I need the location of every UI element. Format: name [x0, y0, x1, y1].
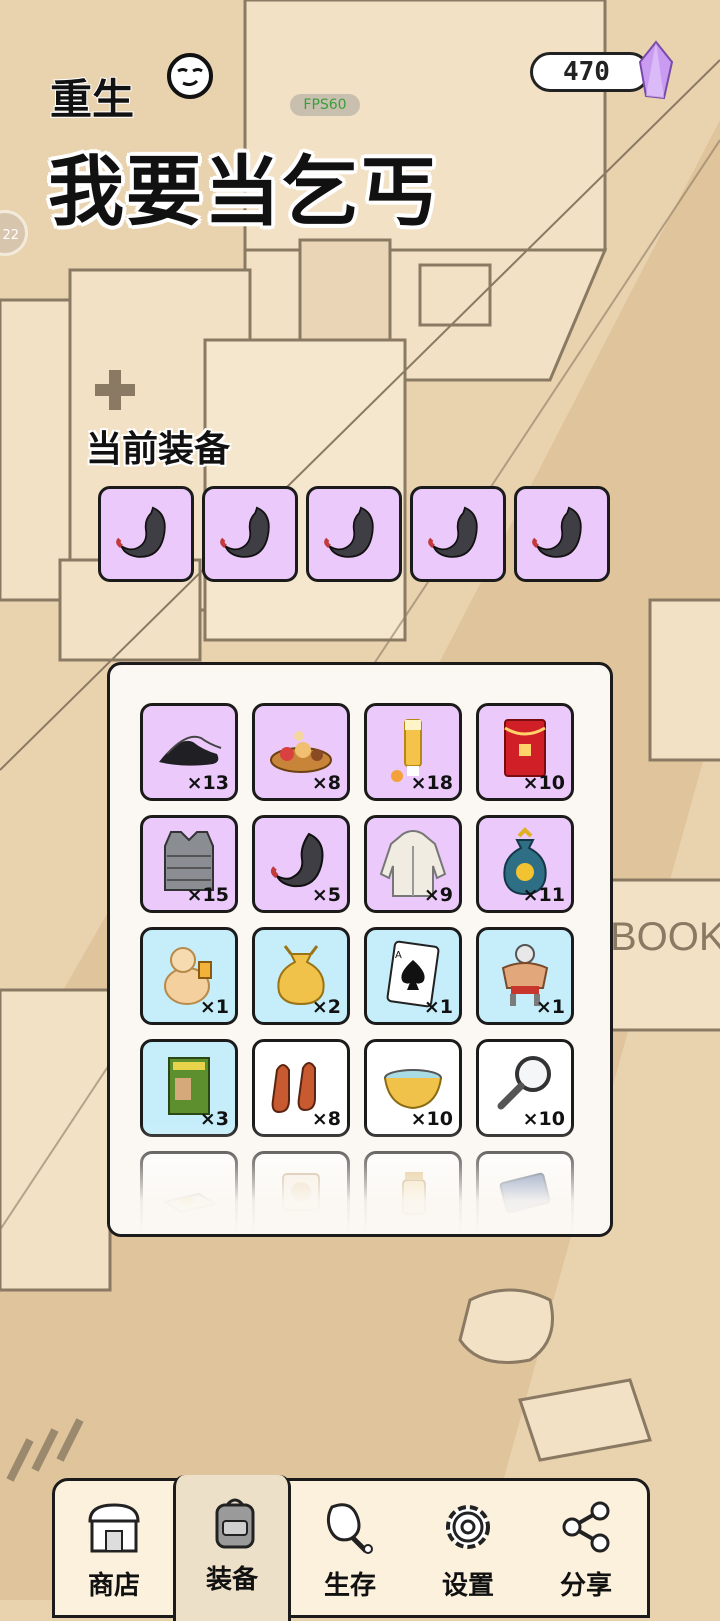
current-equipment-title: 当前装备: [86, 429, 231, 470]
share-icon: [562, 1501, 610, 1553]
nav-share-label: 分享: [559, 1571, 612, 1601]
inventory-item[interactable]: ×15: [140, 815, 238, 913]
backpack-icon: [215, 1498, 255, 1549]
nav-equipment-label: 装备: [205, 1565, 258, 1595]
game-title-line1: 重生: [49, 74, 135, 125]
inventory-panel[interactable]: ×13 ×8 ×18 ×10 ×15 ×5 ×9 ×11 ×1 ×2 A ×1 …: [107, 662, 613, 1237]
inventory-item[interactable]: ×18: [364, 703, 462, 801]
stomach-icon: [220, 506, 270, 558]
inventory-item[interactable]: ×13: [140, 703, 238, 801]
nav-settings-label: 设置: [441, 1571, 494, 1601]
inventory-item[interactable]: ×3: [140, 1039, 238, 1137]
crystal-gem-icon: [638, 40, 674, 100]
svg-text:A: A: [395, 950, 402, 961]
equipment-slot-3[interactable]: [306, 486, 402, 582]
equipment-slot-1[interactable]: [98, 486, 194, 582]
nav-equipment[interactable]: 装备: [173, 1475, 291, 1621]
gear-icon: [446, 1505, 490, 1549]
inventory-item[interactable]: ×1: [476, 927, 574, 1025]
inventory-item[interactable]: ×8: [252, 1039, 350, 1137]
equipment-slot-2[interactable]: [202, 486, 298, 582]
inventory-item[interactable]: ×1: [140, 927, 238, 1025]
fps-counter: FPS60: [290, 94, 360, 116]
inventory-item[interactable]: A ×1: [364, 927, 462, 1025]
item-quantity: ×1: [199, 996, 229, 1018]
equipment-slots: [98, 486, 618, 586]
stomach-icon: [324, 506, 374, 558]
item-quantity: ×8: [311, 772, 341, 794]
nav-survival[interactable]: 生存: [291, 1481, 409, 1621]
item-quantity: ×13: [186, 772, 229, 794]
item-quantity: ×1: [423, 996, 453, 1018]
item-quantity: ×2: [311, 996, 341, 1018]
item-quantity: ×18: [410, 772, 453, 794]
item-quantity: ×5: [311, 884, 341, 906]
nav-shop-label: 商店: [87, 1571, 140, 1601]
nav-shop[interactable]: 商店: [55, 1481, 173, 1621]
item-quantity: ×11: [522, 884, 565, 906]
smirk-face-icon: [167, 53, 213, 99]
chicken-leg-icon: [326, 1503, 373, 1554]
nav-share[interactable]: 分享: [527, 1481, 645, 1621]
scroll-fade: [110, 1124, 610, 1234]
svg-text:BOOK: BOOK: [610, 915, 720, 959]
inventory-item[interactable]: ×2: [252, 927, 350, 1025]
stomach-icon: [116, 506, 166, 558]
inventory-item[interactable]: ×10: [364, 1039, 462, 1137]
inventory-item[interactable]: ×10: [476, 1039, 574, 1137]
nav-survival-label: 生存: [323, 1571, 376, 1601]
inventory-item[interactable]: ×11: [476, 815, 574, 913]
item-quantity: ×1: [535, 996, 565, 1018]
shop-icon: [88, 1503, 140, 1553]
inventory-item[interactable]: ×8: [252, 703, 350, 801]
item-quantity: ×9: [423, 884, 453, 906]
bottom-nav: 商店 装备 生存 设置 分享: [52, 1475, 650, 1621]
game-title-line2: 我要当乞丐: [48, 147, 438, 236]
item-quantity: ×15: [186, 884, 229, 906]
inventory-item[interactable]: ×5: [252, 815, 350, 913]
inventory-item[interactable]: ×10: [476, 703, 574, 801]
gem-counter[interactable]: 470: [530, 52, 650, 92]
equipment-slot-5[interactable]: [514, 486, 610, 582]
item-quantity: ×10: [522, 772, 565, 794]
inventory-item[interactable]: ×9: [364, 815, 462, 913]
equipment-slot-4[interactable]: [410, 486, 506, 582]
nav-settings[interactable]: 设置: [409, 1481, 527, 1621]
stomach-icon: [532, 506, 582, 558]
stomach-icon: [428, 506, 478, 558]
